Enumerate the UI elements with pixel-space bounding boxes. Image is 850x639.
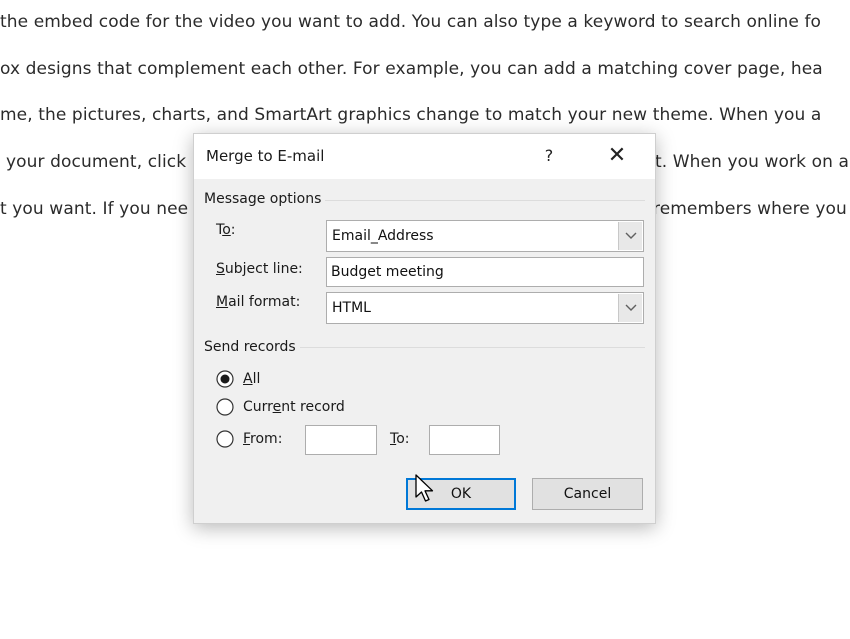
radio-all-label[interactable]: All bbox=[243, 371, 260, 387]
send-records-label: Send records bbox=[204, 339, 300, 355]
mail-format-label-accesskey: M bbox=[216, 294, 228, 310]
cancel-button[interactable]: Cancel bbox=[532, 478, 643, 510]
document-line-3: me, the pictures, charts, and SmartArt g… bbox=[0, 105, 821, 125]
radio-current-accesskey: e bbox=[273, 399, 282, 415]
to-combobox[interactable]: Email_Address bbox=[326, 220, 644, 252]
radio-all-label-post: ll bbox=[253, 371, 261, 387]
to-dropdown-button[interactable] bbox=[618, 222, 642, 250]
subject-label: Subject line: bbox=[216, 261, 303, 277]
from-record-input[interactable] bbox=[305, 425, 377, 455]
to-label-accesskey: o bbox=[222, 222, 231, 238]
mail-format-label-post: ail format: bbox=[228, 294, 300, 310]
radio-from-label[interactable]: From: bbox=[243, 431, 282, 447]
document-line-1: the embed code for the video you want to… bbox=[0, 12, 821, 32]
radio-all[interactable] bbox=[216, 370, 234, 388]
radio-current-pre: Curr bbox=[243, 399, 273, 415]
document-line-4-right: t. When you work on a bbox=[655, 152, 849, 172]
dialog-title: Merge to E-mail bbox=[206, 147, 324, 165]
to-combobox-value: Email_Address bbox=[332, 228, 434, 244]
mail-format-combobox[interactable]: HTML bbox=[326, 292, 644, 324]
to-label-post: : bbox=[231, 222, 236, 238]
to-record-input[interactable] bbox=[429, 425, 500, 455]
radio-current-record[interactable] bbox=[216, 398, 234, 416]
radio-all-accesskey: A bbox=[243, 371, 253, 387]
subject-label-accesskey: S bbox=[216, 261, 225, 277]
mail-format-dropdown-button[interactable] bbox=[618, 294, 642, 322]
dialog-titlebar: Merge to E-mail ? ✕ bbox=[194, 134, 655, 179]
mail-format-value: HTML bbox=[332, 300, 371, 316]
radio-from[interactable] bbox=[216, 430, 234, 448]
to-record-label-post: o: bbox=[396, 431, 409, 447]
chevron-down-icon bbox=[625, 304, 637, 312]
radio-from-label-post: rom: bbox=[250, 431, 282, 447]
message-options-label: Message options bbox=[204, 191, 325, 207]
close-button[interactable]: ✕ bbox=[599, 141, 635, 171]
document-line-2: ox designs that complement each other. F… bbox=[0, 59, 823, 79]
subject-input[interactable]: Budget meeting bbox=[326, 257, 644, 287]
merge-to-email-dialog: Merge to E-mail ? ✕ Message options To: … bbox=[193, 133, 656, 524]
subject-input-value: Budget meeting bbox=[331, 264, 444, 280]
subject-label-post: ubject line: bbox=[225, 261, 303, 277]
mouse-pointer-icon bbox=[414, 474, 436, 504]
mail-format-label: Mail format: bbox=[216, 294, 300, 310]
radio-current-record-label[interactable]: Current record bbox=[243, 399, 345, 415]
radio-current-post: nt record bbox=[281, 399, 345, 415]
to-record-label: To: bbox=[390, 431, 409, 447]
document-line-5-right: remembers where you bbox=[653, 199, 847, 219]
to-label: To: bbox=[216, 222, 235, 238]
document-line-4-left: your document, click bbox=[6, 152, 186, 172]
radio-from-accesskey: F bbox=[243, 431, 250, 447]
help-button[interactable]: ? bbox=[534, 141, 564, 171]
document-line-5-left: t you want. If you nee bbox=[0, 199, 188, 219]
chevron-down-icon bbox=[625, 232, 637, 240]
